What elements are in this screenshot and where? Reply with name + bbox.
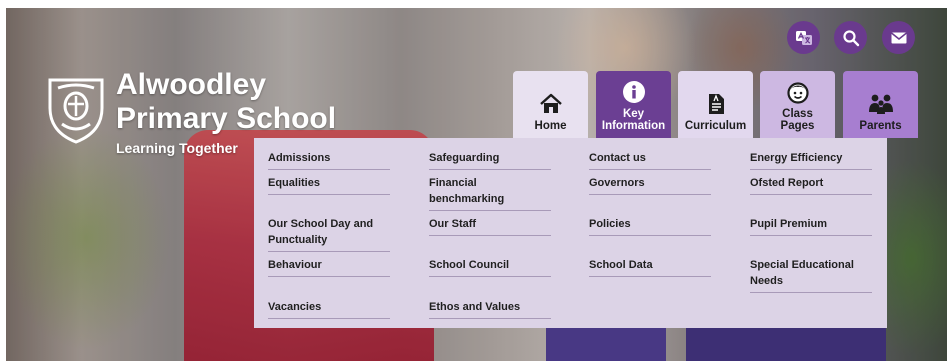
menu-link-governors[interactable]: Governors — [589, 175, 711, 195]
menu-link-equalities[interactable]: Equalities — [268, 175, 390, 195]
school-name[interactable]: Alwoodley Primary School — [116, 68, 336, 136]
menu-link-vacancies[interactable]: Vacancies — [268, 299, 390, 319]
menu-link-pupil-premium[interactable]: Pupil Premium — [750, 216, 872, 236]
nav-curriculum-label: Curriculum — [684, 120, 747, 132]
nav-class-label-2: Pages — [780, 120, 815, 132]
info-icon — [622, 81, 645, 103]
menu-link-our-staff[interactable]: Our Staff — [429, 216, 551, 236]
menu-link-energy-efficiency[interactable]: Energy Efficiency — [750, 150, 872, 170]
family-icon — [868, 94, 893, 114]
nav-class-pages[interactable]: Class Pages — [760, 71, 835, 138]
school-name-line2: Primary School — [116, 102, 337, 135]
nav-home-label: Home — [534, 120, 567, 132]
nav-class-label-1: Class — [782, 108, 813, 120]
document-icon — [708, 94, 724, 114]
translate-button[interactable] — [787, 21, 820, 54]
child-face-icon — [786, 82, 809, 104]
home-icon — [539, 93, 562, 113]
translate-icon — [795, 30, 812, 45]
nav-curriculum[interactable]: Curriculum — [678, 71, 753, 138]
key-information-dropdown: Admissions Equalities Our School Day and… — [254, 138, 887, 328]
school-tagline: Learning Together — [116, 140, 238, 156]
nav-parents-label: Parents — [859, 120, 902, 132]
menu-link-school-day[interactable]: Our School Day and Punctuality — [268, 216, 390, 252]
school-crest-icon[interactable] — [46, 74, 106, 146]
menu-link-school-council[interactable]: School Council — [429, 257, 551, 277]
nav-home[interactable]: Home — [513, 71, 588, 138]
hero-banner: Alwoodley Primary School Learning Togeth… — [6, 8, 947, 361]
school-name-line1: Alwoodley — [116, 68, 267, 101]
menu-link-ethos-values[interactable]: Ethos and Values — [429, 299, 551, 319]
nav-key-label-1: Key — [622, 108, 645, 120]
nav-parents[interactable]: Parents — [843, 71, 918, 138]
menu-link-school-data[interactable]: School Data — [589, 257, 711, 277]
mail-icon — [890, 31, 907, 43]
menu-link-contact-us[interactable]: Contact us — [589, 150, 711, 170]
menu-link-behaviour[interactable]: Behaviour — [268, 257, 390, 277]
menu-link-financial-benchmarking[interactable]: Financial benchmarking — [429, 175, 551, 211]
mail-button[interactable] — [882, 21, 915, 54]
menu-link-policies[interactable]: Policies — [589, 216, 711, 236]
menu-link-special-educational-needs[interactable]: Special Educational Needs — [750, 257, 872, 293]
search-icon — [842, 29, 859, 46]
search-button[interactable] — [834, 21, 867, 54]
menu-link-ofsted-report[interactable]: Ofsted Report — [750, 175, 872, 195]
menu-link-safeguarding[interactable]: Safeguarding — [429, 150, 551, 170]
menu-link-admissions[interactable]: Admissions — [268, 150, 390, 170]
nav-key-label-2: Information — [601, 120, 666, 132]
nav-key-information[interactable]: Key Information — [596, 71, 671, 138]
